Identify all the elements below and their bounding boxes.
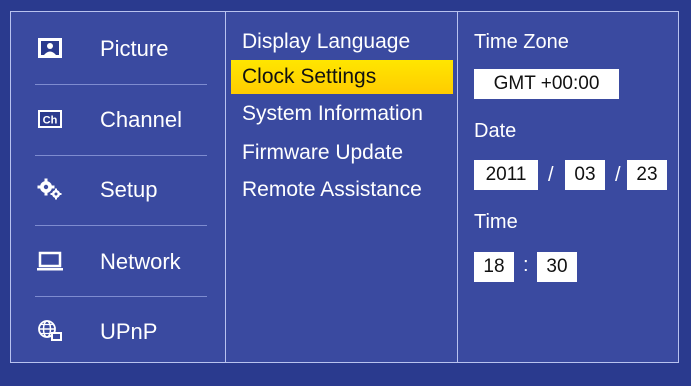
category-setup[interactable]: Setup [11, 160, 225, 220]
globe-icon [37, 320, 63, 342]
column-divider [225, 12, 226, 362]
category-separator [35, 155, 207, 156]
category-upnp[interactable]: UPnP [11, 302, 225, 362]
category-label: Network [100, 249, 181, 274]
osd-screen: Picture Ch Channel Setup Network UPnP Di… [0, 0, 691, 386]
time-hour-field[interactable]: 18 [474, 252, 514, 282]
category-network[interactable]: Network [11, 232, 225, 292]
date-label: Date [474, 120, 517, 142]
menu-item-remote-assistance[interactable]: Remote Assistance [231, 173, 453, 207]
time-minute-field[interactable]: 30 [537, 252, 577, 282]
picture-icon [37, 37, 63, 59]
menu-item-display-language[interactable]: Display Language [231, 25, 453, 59]
category-label: Picture [100, 36, 169, 61]
gears-icon [37, 178, 63, 200]
time-separator: : [523, 254, 529, 276]
date-day-field[interactable]: 23 [627, 160, 667, 190]
category-label: UPnP [100, 319, 158, 344]
menu-item-system-information[interactable]: System Information [231, 97, 453, 131]
date-year-field[interactable]: 2011 [474, 160, 538, 190]
date-separator: / [615, 164, 621, 186]
column-divider [457, 12, 458, 362]
svg-text:Ch: Ch [43, 115, 58, 127]
time-zone-field[interactable]: GMT +00:00 [474, 69, 619, 99]
category-separator [35, 225, 207, 226]
menu-item-clock-settings[interactable]: Clock Settings [231, 60, 453, 94]
category-label: Channel [100, 107, 182, 132]
date-separator: / [548, 164, 554, 186]
category-picture[interactable]: Picture [11, 19, 225, 79]
category-separator [35, 296, 207, 297]
menu-item-firmware-update[interactable]: Firmware Update [231, 136, 453, 170]
date-month-field[interactable]: 03 [565, 160, 605, 190]
channel-icon: Ch [37, 108, 63, 130]
category-channel[interactable]: Ch Channel [11, 90, 225, 150]
time-zone-label: Time Zone [474, 31, 569, 53]
category-label: Setup [100, 177, 158, 202]
laptop-icon [37, 250, 63, 272]
time-label: Time [474, 211, 518, 233]
category-separator [35, 84, 207, 85]
settings-panel: Picture Ch Channel Setup Network UPnP Di… [10, 11, 679, 363]
